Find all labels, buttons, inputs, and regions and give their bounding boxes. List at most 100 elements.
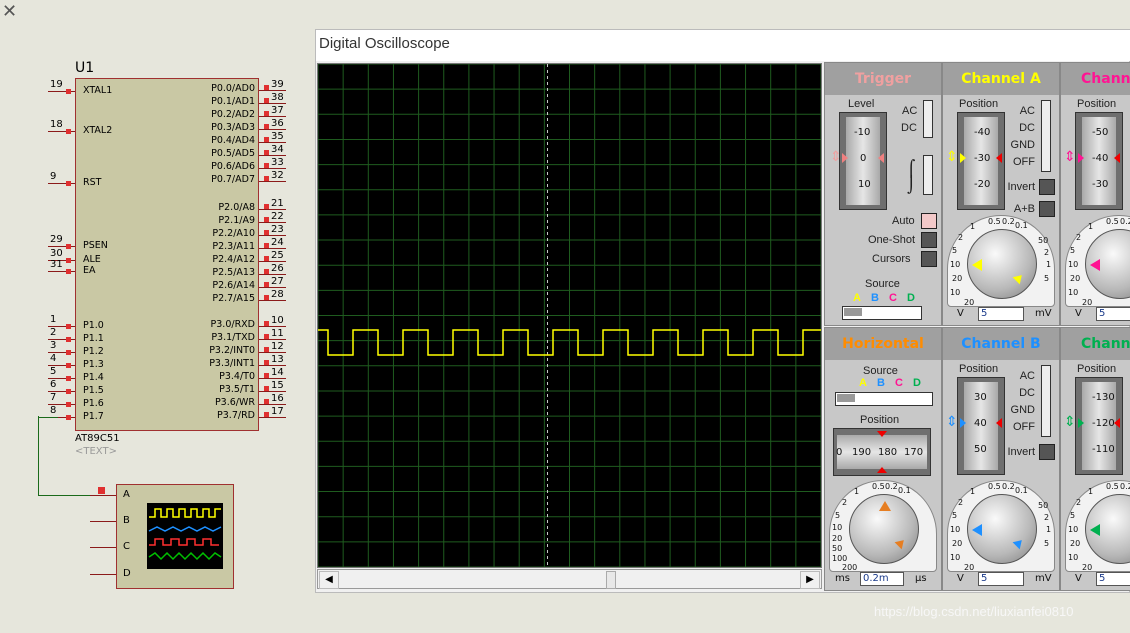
knob-fine-pointer-icon	[1012, 271, 1026, 285]
watermark: https://blog.csdn.net/liuxianfei0810	[874, 604, 1074, 619]
volts-value[interactable]: 5	[978, 572, 1024, 586]
pin-name: P3.5/T1	[219, 384, 255, 395]
trigger-coupling-switch[interactable]	[923, 100, 933, 138]
channel-position-tick: -20	[974, 179, 991, 190]
pin-terminal[interactable]	[264, 321, 269, 326]
timebase-knob[interactable]	[849, 494, 919, 564]
pin-terminal[interactable]	[264, 204, 269, 209]
volts-value[interactable]: 5	[1096, 307, 1130, 321]
pin-terminal[interactable]	[264, 347, 269, 352]
pin-terminal[interactable]	[264, 150, 269, 155]
pin-terminal[interactable]	[264, 243, 269, 248]
horizontal-scrollbar[interactable]: ◀ ▶	[317, 569, 822, 589]
volts-tick: 1	[1046, 260, 1052, 269]
pin-terminal[interactable]	[66, 269, 71, 274]
scroll-thumb[interactable]	[606, 571, 616, 589]
pin-terminal[interactable]	[264, 176, 269, 181]
pin-terminal[interactable]	[264, 85, 269, 90]
pin-terminal[interactable]	[264, 217, 269, 222]
pin-terminal[interactable]	[264, 163, 269, 168]
pin-terminal[interactable]	[66, 337, 71, 342]
volts-tick: 5	[1070, 246, 1076, 255]
trigger-level-slider[interactable]: -10 0 10	[839, 112, 887, 210]
invert-button[interactable]	[1039, 444, 1055, 460]
coupling-dc-label: DC	[901, 122, 917, 134]
pin-terminal[interactable]	[66, 181, 71, 186]
pin-terminal[interactable]	[66, 402, 71, 407]
pin-terminal[interactable]	[66, 363, 71, 368]
pin-terminal[interactable]	[264, 98, 269, 103]
one-shot-button[interactable]	[921, 232, 937, 248]
pin-terminal[interactable]	[264, 137, 269, 142]
pin-number: 24	[271, 237, 284, 248]
pin-name: P1.0	[83, 320, 104, 331]
invert-button[interactable]	[1039, 179, 1055, 195]
volts-unit-left: V	[1075, 573, 1082, 584]
channel-position-slider[interactable]: -50 -40 -30	[1075, 112, 1123, 210]
pin-name: P3.4/T0	[219, 371, 255, 382]
trigger-source-selector[interactable]	[842, 306, 922, 320]
pin-terminal[interactable]	[66, 350, 71, 355]
aplusb-button[interactable]	[1039, 201, 1055, 217]
pin-terminal[interactable]	[264, 256, 269, 261]
volts-tick: 20	[964, 298, 975, 307]
trigger-panel: Trigger Level -10 0 10 ⇕ AC DC ⌠ ⌡ Auto …	[824, 62, 942, 326]
scroll-left-button[interactable]: ◀	[319, 571, 339, 589]
close-icon[interactable]: ✕	[2, 3, 17, 21]
channel-position-slider[interactable]: 30 40 50	[957, 377, 1005, 475]
pin-terminal[interactable]	[264, 111, 269, 116]
pin-terminal[interactable]	[264, 295, 269, 300]
volts-tick: 10	[1068, 553, 1079, 562]
pin-terminal[interactable]	[264, 269, 269, 274]
timebase-unit-left: ms	[835, 573, 850, 584]
pin-name: P1.2	[83, 346, 104, 357]
pin-terminal[interactable]	[66, 244, 71, 249]
auto-button[interactable]	[921, 213, 937, 229]
pin-terminal[interactable]	[264, 230, 269, 235]
pin-terminal[interactable]	[264, 386, 269, 391]
volts-value[interactable]: 5	[1096, 572, 1130, 586]
oscilloscope-symbol[interactable]	[116, 484, 234, 589]
hsource-a: A	[859, 377, 867, 389]
volts-knob[interactable]	[967, 494, 1037, 564]
timebase-value[interactable]: 0.2m	[860, 572, 904, 586]
pin-terminal[interactable]	[264, 412, 269, 417]
pin-terminal[interactable]	[66, 129, 71, 134]
pin-name: P3.2/INT0	[209, 345, 255, 356]
scope-input-lead	[90, 547, 116, 548]
horizontal-position-slider[interactable]: 0 190 180 170	[833, 428, 931, 476]
volts-tick: 0.2	[1120, 217, 1130, 226]
pin-terminal[interactable]	[66, 389, 71, 394]
scope-screen[interactable]	[317, 63, 822, 568]
pin-name: RST	[83, 177, 102, 188]
pin-terminal[interactable]	[264, 282, 269, 287]
scope-input-lead	[90, 495, 116, 496]
pin-number: 2	[50, 327, 57, 338]
pin-terminal[interactable]	[264, 124, 269, 129]
pin-terminal[interactable]	[66, 415, 71, 420]
volts-knob[interactable]	[967, 229, 1037, 299]
channel-coupling-switch[interactable]	[1041, 365, 1051, 437]
pin-number: 33	[271, 157, 284, 168]
volts-tick: 2	[958, 233, 964, 242]
pin-terminal[interactable]	[66, 89, 71, 94]
channel-position-slider[interactable]: -40 -30 -20	[957, 112, 1005, 210]
pin-terminal[interactable]	[66, 258, 71, 263]
pin-terminal[interactable]	[66, 324, 71, 329]
channel-coupling-switch[interactable]	[1041, 100, 1051, 172]
pin-terminal[interactable]	[66, 376, 71, 381]
channel-position-slider[interactable]: -130 -120 -110	[1075, 377, 1123, 475]
volts-tick: 10	[950, 288, 961, 297]
cursors-button[interactable]	[921, 251, 937, 267]
pin-terminal[interactable]	[264, 373, 269, 378]
level-label: Level	[848, 98, 875, 110]
horizontal-source-selector[interactable]	[835, 392, 933, 406]
pin-name: P0.6/AD6	[211, 161, 255, 172]
volts-value[interactable]: 5	[978, 307, 1024, 321]
pin-terminal[interactable]	[264, 399, 269, 404]
trigger-edge-switch[interactable]	[923, 155, 933, 195]
scroll-right-button[interactable]: ▶	[800, 571, 820, 589]
pin-number: 15	[271, 380, 284, 391]
pin-terminal[interactable]	[264, 334, 269, 339]
pin-terminal[interactable]	[264, 360, 269, 365]
